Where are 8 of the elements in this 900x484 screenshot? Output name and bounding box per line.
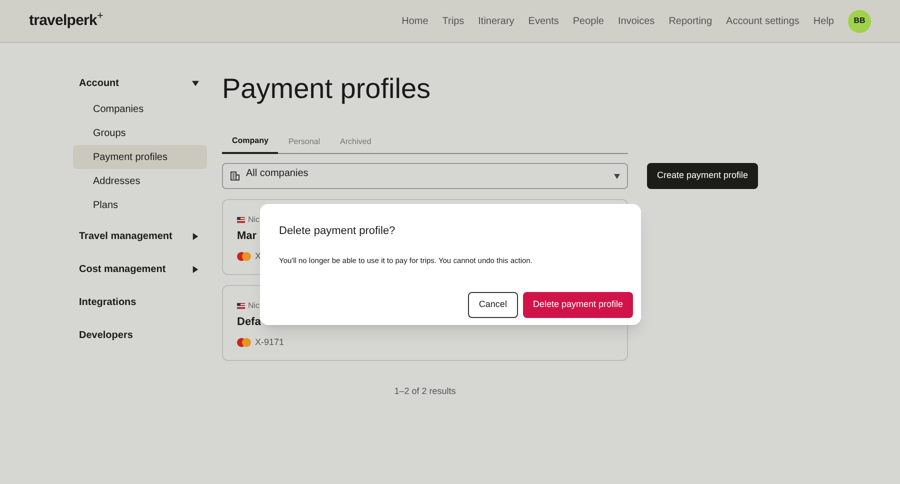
card-number: X-9171 [255, 336, 284, 348]
profile-owner: Nic [248, 300, 260, 312]
profile-name: Defa [237, 315, 261, 330]
profile-name: Mar [237, 229, 257, 244]
page-title: Payment profiles [222, 72, 432, 106]
dialog-title: Delete payment profile? [279, 224, 396, 239]
profile-owner: Nic [248, 214, 260, 226]
results-count: 1–2 of 2 results [394, 385, 456, 398]
